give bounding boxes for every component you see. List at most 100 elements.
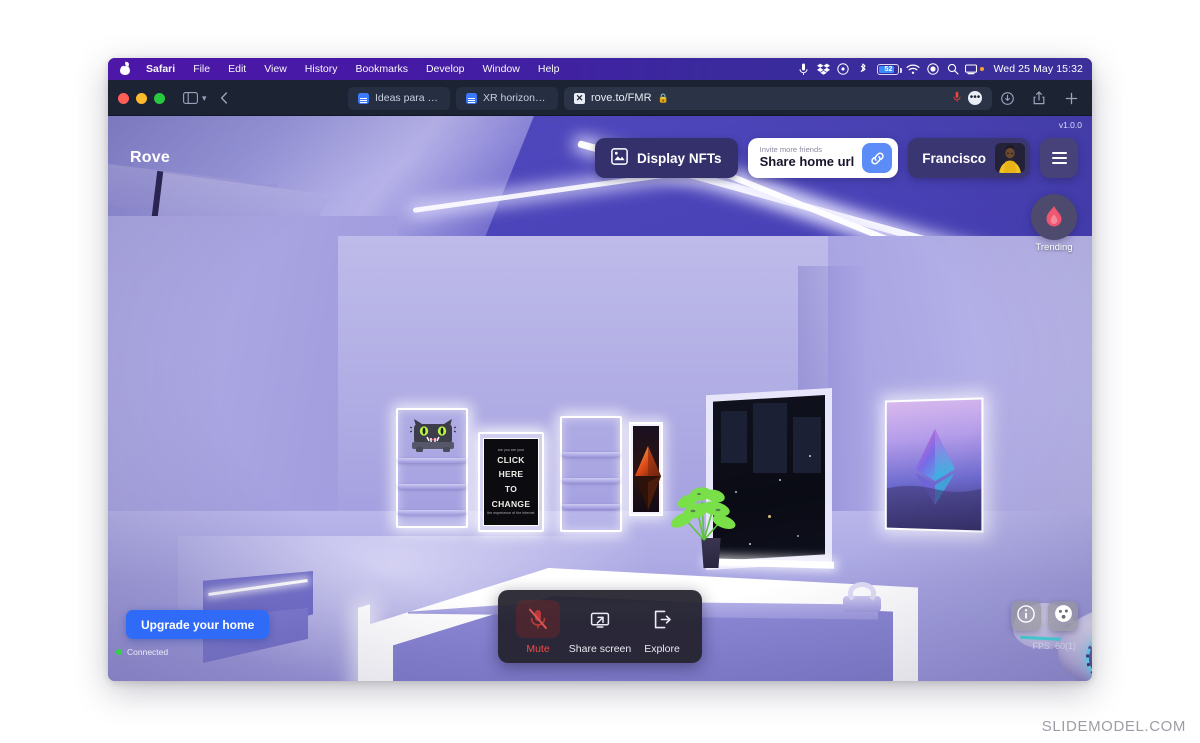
emoji-button[interactable] bbox=[1048, 601, 1078, 631]
shelf-board bbox=[398, 458, 466, 463]
tab-label: XR horizons 202... bbox=[483, 92, 548, 104]
rove-logo[interactable]: Rove bbox=[130, 149, 170, 167]
site-favicon: ✕ bbox=[574, 92, 585, 104]
display-mirroring-icon[interactable] bbox=[963, 58, 985, 80]
shelf-board bbox=[562, 504, 620, 509]
microphone-recording-icon[interactable] bbox=[953, 91, 961, 106]
shelf-board bbox=[398, 510, 466, 515]
page-root: Safari File Edit View History Bookmarks … bbox=[0, 0, 1200, 743]
share-home-url-label: Share home url bbox=[759, 153, 855, 169]
share-screen-label: Share screen bbox=[568, 643, 632, 655]
picture-frame-icon bbox=[611, 148, 628, 168]
more-options-icon[interactable]: ••• bbox=[968, 91, 982, 105]
minimize-window-button[interactable] bbox=[136, 92, 147, 104]
explore-label: Explore bbox=[644, 643, 680, 655]
explore-button[interactable]: Explore bbox=[634, 600, 690, 655]
maximize-window-button[interactable] bbox=[154, 92, 165, 104]
info-button[interactable] bbox=[1011, 601, 1041, 631]
trending-button[interactable]: Trending bbox=[1028, 194, 1080, 253]
menu-item-develop[interactable]: Develop bbox=[417, 58, 474, 80]
trending-label: Trending bbox=[1035, 242, 1073, 253]
sidebar-toggle-icon[interactable] bbox=[179, 87, 201, 109]
menu-item-safari[interactable]: Safari bbox=[137, 58, 184, 80]
tab-ideas-para-panch[interactable]: Ideas para Panch... bbox=[348, 86, 450, 110]
search-icon[interactable] bbox=[943, 58, 963, 80]
copy-link-button[interactable] bbox=[862, 143, 893, 173]
fps-counter: FPS: 60(1) bbox=[1032, 641, 1076, 651]
menu-item-help[interactable]: Help bbox=[529, 58, 569, 80]
poster-line-1: CLICK bbox=[497, 454, 525, 465]
chevron-down-icon[interactable]: ▾ bbox=[202, 93, 207, 104]
menu-bar-clock[interactable]: Wed 25 May 15:32 bbox=[985, 63, 1083, 75]
new-tab-icon[interactable] bbox=[1060, 87, 1082, 109]
poster-top-text: are you are your bbox=[497, 447, 525, 452]
display-nfts-label: Display NFTs bbox=[637, 150, 722, 166]
poster-line-2: HERE bbox=[498, 469, 524, 480]
shelf-board bbox=[398, 484, 466, 489]
share-home-url-card[interactable]: Invite more friends Share home url bbox=[747, 138, 899, 178]
tab-strip: Ideas para Panch... XR horizons 202... ✕… bbox=[348, 86, 992, 110]
shelf-board bbox=[562, 478, 620, 483]
bluetooth-icon[interactable] bbox=[853, 58, 873, 80]
rove-logo-text: Rove bbox=[130, 149, 170, 166]
wifi-icon[interactable] bbox=[903, 58, 923, 80]
downloads-icon[interactable] bbox=[996, 87, 1018, 109]
click-here-poster[interactable]: are you are your CLICK HERE TO CHANGE th… bbox=[483, 438, 539, 526]
display-nfts-button[interactable]: Display NFTs bbox=[595, 138, 738, 178]
battery-icon[interactable]: 52 bbox=[873, 58, 903, 80]
back-arrow-icon[interactable] bbox=[213, 87, 235, 109]
share-screen-button[interactable]: Share screen bbox=[568, 600, 632, 655]
status-dot bbox=[116, 649, 122, 655]
microphone-icon[interactable] bbox=[793, 58, 813, 80]
menu-item-file[interactable]: File bbox=[184, 58, 219, 80]
lounge-led-strip bbox=[358, 604, 370, 681]
tab-xr-horizons[interactable]: XR horizons 202... bbox=[456, 86, 558, 110]
safari-toolbar: ▾ Ideas para Panch... XR horizons 202...… bbox=[108, 80, 1092, 116]
shelf-board bbox=[562, 452, 620, 457]
ethereum-crystal-artwork[interactable] bbox=[884, 397, 984, 533]
info-icon bbox=[1017, 604, 1035, 628]
screen-share-icon bbox=[578, 600, 622, 638]
menu-item-view[interactable]: View bbox=[255, 58, 296, 80]
address-bar[interactable]: ✕ rove.to/FMR 🔒 ••• bbox=[564, 86, 992, 110]
mute-button[interactable]: Mute bbox=[510, 600, 566, 655]
toolbar-right-actions bbox=[996, 87, 1082, 109]
apple-logo-icon[interactable] bbox=[119, 62, 131, 76]
macos-menu-bar: Safari File Edit View History Bookmarks … bbox=[108, 58, 1092, 80]
monstera-plant[interactable] bbox=[668, 468, 748, 544]
sculpture-ring[interactable] bbox=[848, 582, 876, 604]
mute-label: Mute bbox=[526, 643, 550, 655]
menu-item-window[interactable]: Window bbox=[474, 58, 529, 80]
poster-bottom-text: the experience of the internet bbox=[487, 511, 535, 516]
rove-3d-scene[interactable]: are you are your CLICK HERE TO CHANGE th… bbox=[108, 116, 1092, 681]
lock-icon: 🔒 bbox=[657, 92, 669, 103]
control-center-icon[interactable] bbox=[923, 58, 943, 80]
dropbox-icon[interactable] bbox=[813, 58, 833, 80]
battery-percent: 52 bbox=[884, 65, 893, 73]
user-name-label: Francisco bbox=[922, 150, 986, 166]
cat-nft-figure[interactable] bbox=[409, 418, 457, 454]
share-icon[interactable] bbox=[1028, 87, 1050, 109]
menu-item-edit[interactable]: Edit bbox=[219, 58, 255, 80]
rove-header-bar: Display NFTs Invite more friends Share h… bbox=[595, 138, 1078, 178]
close-window-button[interactable] bbox=[118, 92, 129, 104]
connection-status-label: Connected bbox=[127, 647, 169, 657]
upgrade-home-button[interactable]: Upgrade your home bbox=[126, 610, 270, 639]
slidemodel-watermark: SLIDEMODEL.COM bbox=[1041, 718, 1186, 735]
user-profile-button[interactable]: Francisco bbox=[908, 138, 1030, 178]
app-version: v1.0.0 bbox=[1058, 120, 1082, 130]
hamburger-menu-icon[interactable] bbox=[1040, 138, 1078, 178]
menu-bar-items: Safari File Edit View History Bookmarks … bbox=[108, 58, 568, 80]
share-card-texts: Invite more friends Share home url bbox=[759, 145, 855, 169]
timer-icon[interactable] bbox=[833, 58, 853, 80]
user-avatar bbox=[995, 143, 1025, 173]
window-traffic-lights bbox=[118, 92, 165, 104]
shelf-niche-right[interactable] bbox=[560, 416, 622, 532]
pyramid-artwork[interactable] bbox=[629, 422, 663, 516]
menu-item-history[interactable]: History bbox=[296, 58, 347, 80]
microphone-muted-icon bbox=[516, 600, 560, 638]
flame-icon bbox=[1031, 194, 1077, 240]
scene-corner-buttons bbox=[1011, 601, 1078, 631]
menu-item-bookmarks[interactable]: Bookmarks bbox=[346, 58, 417, 80]
connection-status: Connected bbox=[116, 647, 168, 657]
